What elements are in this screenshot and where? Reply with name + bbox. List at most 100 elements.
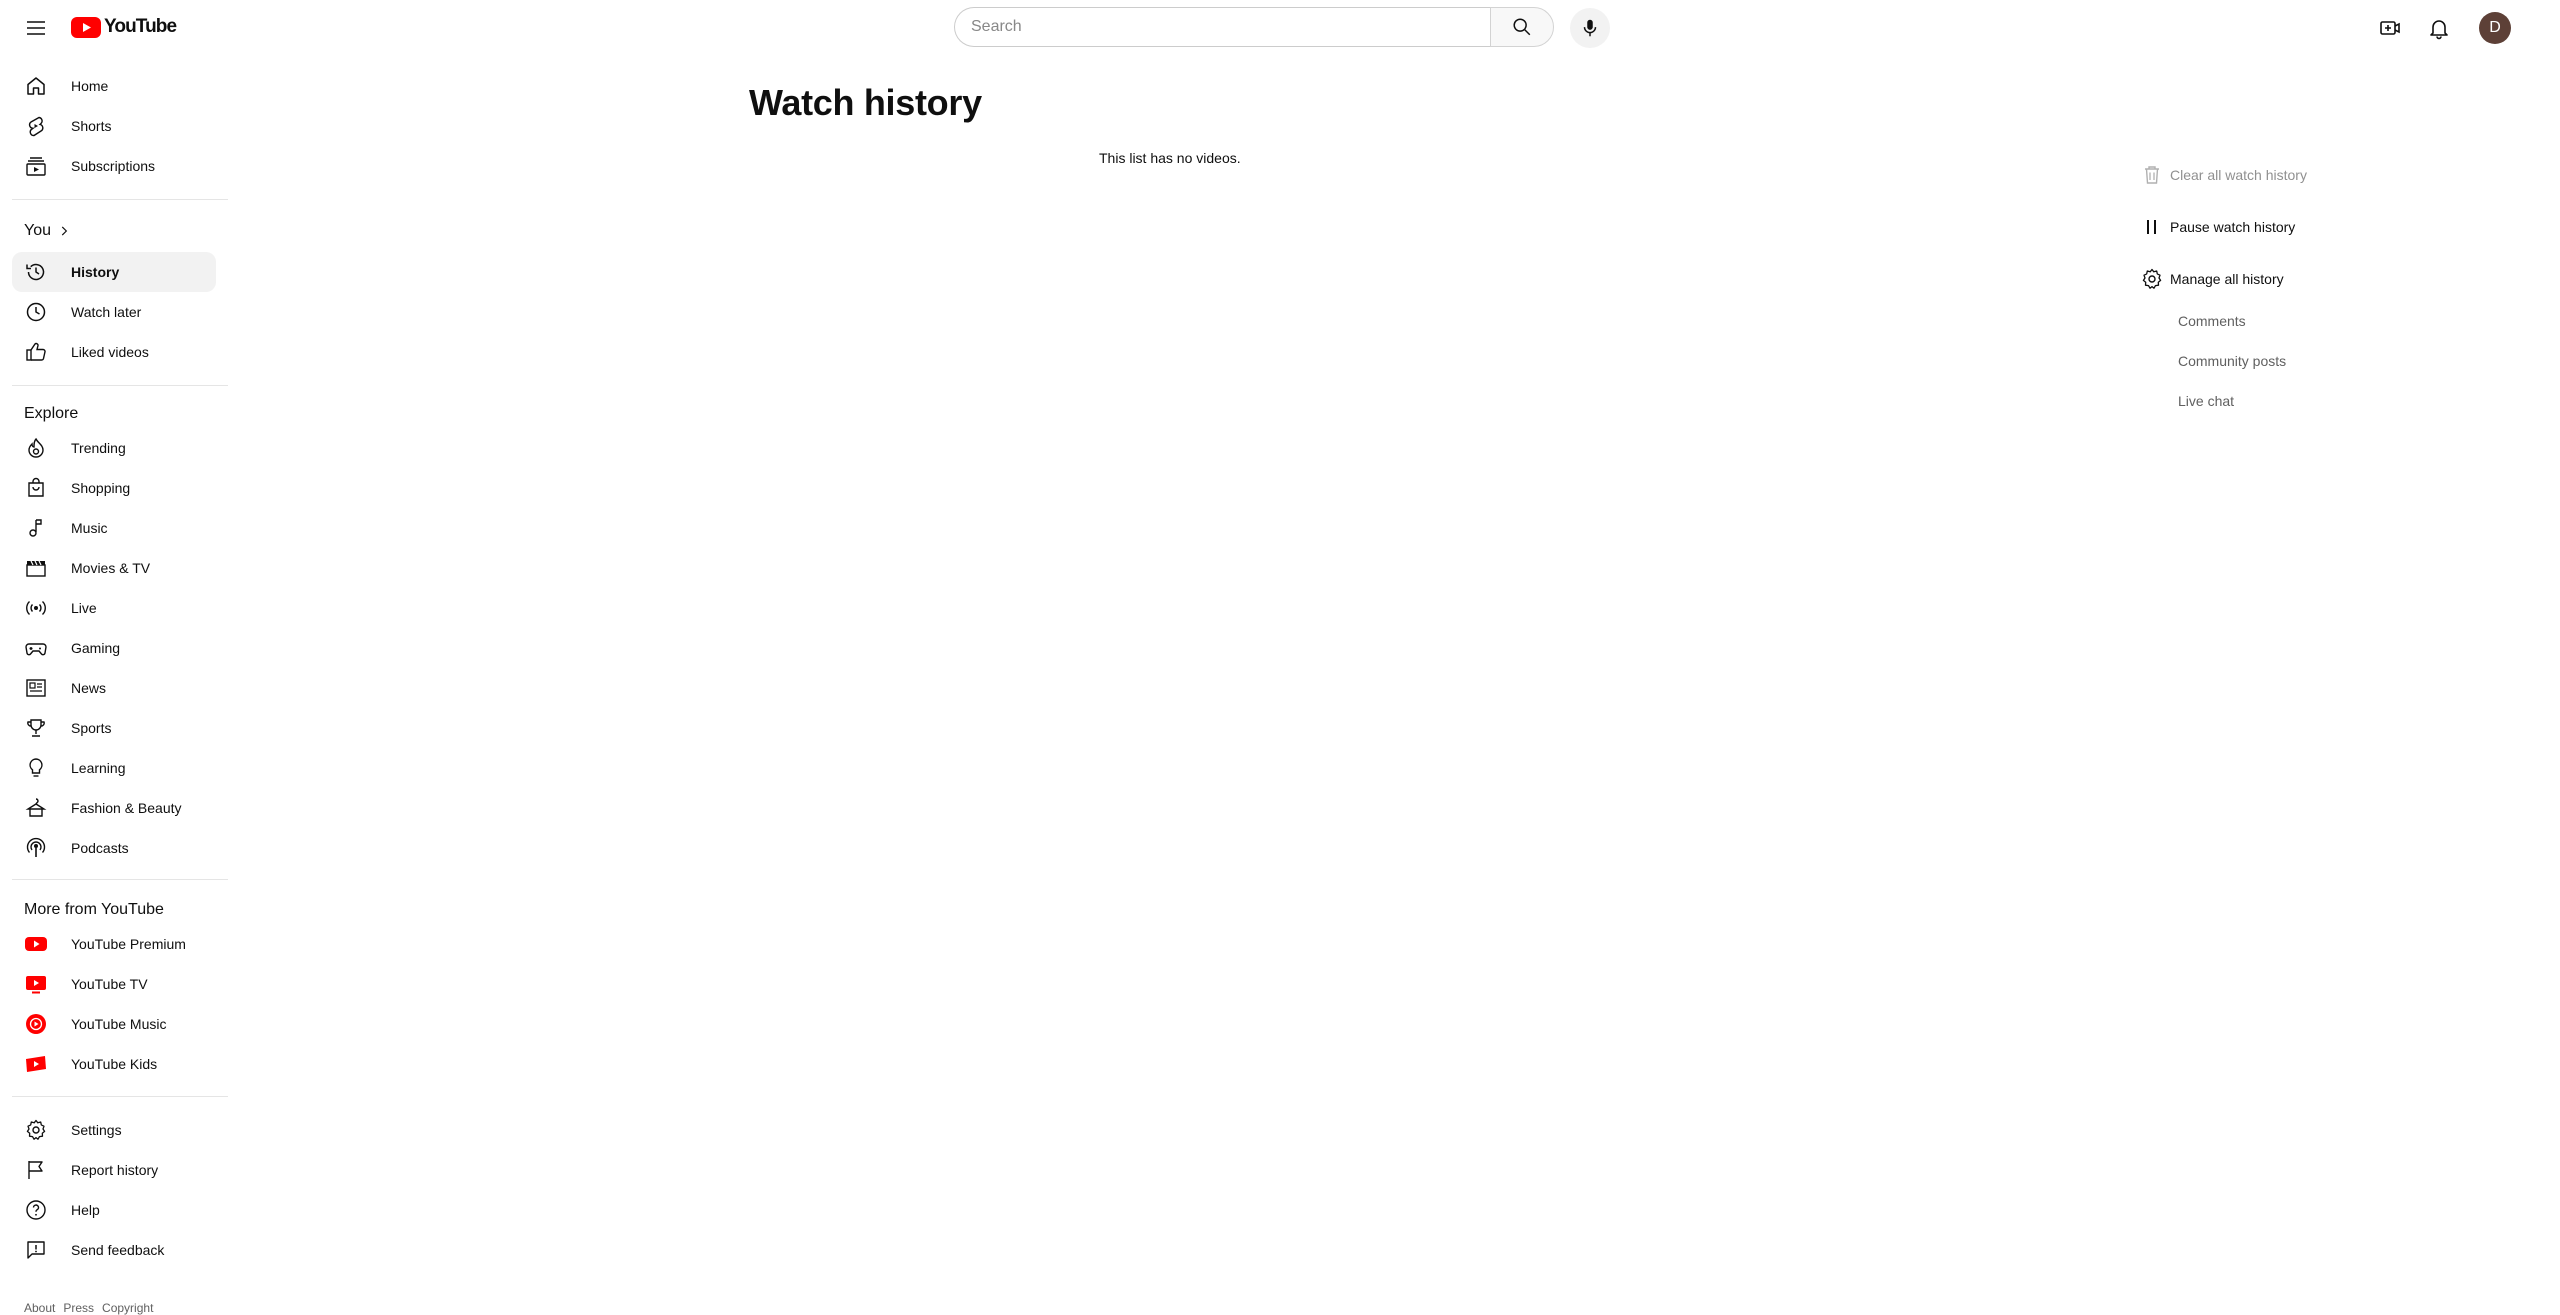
sidebar-divider (12, 385, 228, 386)
history-link-live-chat[interactable]: Live chat (2178, 393, 2234, 409)
logo-text: YouTube (104, 16, 177, 37)
hamburger-menu-icon[interactable] (20, 12, 52, 44)
shorts-icon (28, 116, 44, 137)
sidebar-item-watch-later[interactable]: Watch later (12, 292, 216, 332)
sidebar-item-home[interactable]: Home (12, 66, 216, 106)
sidebar-item-movies-tv[interactable]: Movies & TV (12, 548, 216, 588)
pause-watch-history-label: Pause watch history (2170, 219, 2296, 235)
sidebar-item-label: Home (71, 78, 109, 94)
newspaper-icon (26, 679, 46, 697)
sidebar-item-subscriptions[interactable]: Subscriptions (12, 146, 216, 186)
sidebar-item-label: YouTube Music (71, 1016, 167, 1032)
search-button[interactable] (1490, 7, 1554, 47)
home-icon (27, 77, 45, 95)
flame-icon (28, 437, 44, 458)
gear-icon (26, 1119, 46, 1140)
sidebar-divider (12, 879, 228, 880)
microphone-icon (1583, 19, 1597, 37)
sidebar-item-gaming[interactable]: Gaming (12, 628, 216, 668)
more-from-youtube-title: More from YouTube (24, 901, 164, 918)
video-plus-icon (2380, 21, 2400, 35)
sidebar-item-youtube-premium[interactable]: YouTube Premium (12, 924, 216, 964)
clear-all-watch-history-button[interactable]: Clear all watch history (2140, 163, 2307, 187)
gamepad-icon (25, 643, 47, 656)
sidebar-item-label: Learning (71, 760, 126, 776)
footer-link-press[interactable]: Press (63, 1301, 94, 1315)
clear-all-label: Clear all watch history (2170, 167, 2307, 183)
sidebar-item-label: Movies & TV (71, 560, 151, 576)
sidebar-item-settings[interactable]: Settings (12, 1110, 216, 1150)
pause-icon (2147, 220, 2156, 234)
empty-list-message: This list has no videos. (1099, 150, 1241, 166)
sidebar-item-label: Gaming (71, 640, 121, 656)
sidebar-item-label: Liked videos (71, 344, 149, 360)
sidebar-item-label: Fashion & Beauty (71, 800, 182, 816)
notifications-button[interactable] (2423, 12, 2455, 44)
sidebar-item-podcasts[interactable]: Podcasts (12, 828, 216, 868)
explore-title: Explore (24, 405, 79, 422)
clapperboard-icon (26, 560, 46, 577)
footer-link-about[interactable]: About (24, 1301, 55, 1315)
sidebar-item-shorts[interactable]: Shorts (12, 106, 216, 146)
sidebar-item-label: History (71, 264, 120, 280)
sidebar-item-label: Send feedback (71, 1242, 165, 1258)
history-link-comments[interactable]: Comments (2178, 313, 2246, 329)
pause-watch-history-button[interactable]: Pause watch history (2140, 215, 2295, 239)
help-icon (26, 1200, 46, 1220)
voice-search-button[interactable] (1570, 8, 1610, 48)
sidebar-item-liked-videos[interactable]: Liked videos (12, 332, 216, 372)
manage-all-history-button[interactable]: Manage all history (2140, 267, 2284, 291)
sidebar-item-help[interactable]: Help (12, 1190, 216, 1230)
youtube-logo[interactable]: YouTube (71, 16, 177, 38)
sidebar-item-history[interactable]: History (12, 252, 216, 292)
sidebar-item-label: Settings (71, 1122, 122, 1138)
trash-icon (2145, 166, 2159, 184)
footer-link-copyright[interactable]: Copyright (102, 1301, 153, 1315)
podcast-icon (26, 837, 46, 857)
search-icon (1513, 18, 1531, 36)
sidebar-item-label: Subscriptions (71, 158, 156, 174)
sidebar-item-label: Sports (71, 720, 112, 736)
create-video-button[interactable] (2374, 12, 2406, 44)
youtube-music-icon (26, 1014, 46, 1034)
avatar[interactable]: D (2479, 12, 2511, 44)
sidebar-you-header[interactable]: You (24, 222, 71, 240)
youtube-premium-icon (25, 937, 47, 951)
sidebar-item-label: YouTube Kids (71, 1056, 158, 1072)
bell-icon (2430, 20, 2448, 40)
trophy-icon (27, 719, 45, 737)
search-input[interactable] (954, 7, 1491, 47)
sidebar-item-youtube-kids[interactable]: YouTube Kids (12, 1044, 216, 1084)
sidebar-item-label: Music (71, 520, 108, 536)
hanger-icon (25, 798, 47, 817)
sidebar-divider (12, 199, 228, 200)
sidebar-item-shopping[interactable]: Shopping (12, 468, 216, 508)
history-link-community-posts[interactable]: Community posts (2178, 353, 2286, 369)
history-icon (26, 263, 45, 281)
chevron-right-icon (61, 226, 68, 236)
top-bar: YouTube D (0, 0, 2560, 56)
subscriptions-icon (26, 157, 46, 176)
sidebar-item-live[interactable]: Live (12, 588, 216, 628)
shopping-bag-icon (28, 477, 44, 497)
sidebar-item-youtube-tv[interactable]: YouTube TV (12, 964, 216, 1004)
sidebar-item-learning[interactable]: Learning (12, 748, 216, 788)
sidebar-item-label: Live (71, 600, 97, 616)
sidebar-item-news[interactable]: News (12, 668, 216, 708)
sidebar-item-sports[interactable]: Sports (12, 708, 216, 748)
music-note-icon (29, 519, 42, 537)
feedback-icon (27, 1241, 45, 1259)
sidebar-item-music[interactable]: Music (12, 508, 216, 548)
sidebar-item-trending[interactable]: Trending (12, 428, 216, 468)
sidebar-item-send-feedback[interactable]: Send feedback (12, 1230, 216, 1270)
sidebar-item-label: YouTube Premium (71, 936, 186, 952)
clock-icon (26, 302, 46, 322)
sidebar-item-label: Podcasts (71, 840, 129, 856)
page-title: Watch history (749, 82, 982, 123)
sidebar-item-fashion-beauty[interactable]: Fashion & Beauty (12, 788, 216, 828)
youtube-play-icon (71, 16, 101, 38)
sidebar-item-report-history[interactable]: Report history (12, 1150, 216, 1190)
footer-links: About Press Copyright (24, 1301, 153, 1315)
youtube-tv-icon (26, 976, 46, 994)
sidebar-item-youtube-music[interactable]: YouTube Music (12, 1004, 216, 1044)
